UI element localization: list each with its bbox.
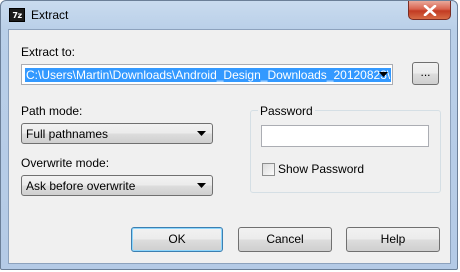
window-title: Extract [31, 8, 69, 22]
overwrite-mode-select[interactable]: Ask before overwrite [21, 175, 213, 196]
path-mode-select[interactable]: Full pathnames [21, 123, 213, 144]
password-label: Password [258, 104, 315, 118]
7zip-app-icon: 7z [9, 8, 25, 22]
extract-dialog: 7z Extract Extract to: C:\Users\Martin\D… [0, 0, 458, 270]
extract-path-dropdown-button[interactable] [376, 66, 391, 83]
path-mode-label: Path mode: [21, 104, 83, 118]
extract-to-label: Extract to: [21, 45, 76, 59]
password-input[interactable] [261, 125, 429, 147]
extract-path-value: C:\Users\Martin\Downloads\Android_Design… [25, 68, 392, 82]
ok-button-label: OK [168, 232, 186, 246]
close-button[interactable] [408, 1, 451, 20]
overwrite-mode-value: Ask before overwrite [26, 179, 136, 193]
ok-button[interactable]: OK [131, 227, 223, 252]
close-icon [423, 5, 437, 16]
chevron-down-icon [379, 72, 388, 77]
chevron-down-icon [197, 183, 206, 188]
path-mode-value: Full pathnames [26, 127, 109, 141]
browse-button-label: ... [420, 65, 431, 79]
extract-path-text: C:\Users\Martin\Downloads\Android_Design… [25, 68, 392, 82]
help-button[interactable]: Help [346, 227, 440, 252]
chevron-down-icon [197, 131, 206, 136]
dialog-body: Extract to: C:\Users\Martin\Downloads\An… [8, 29, 451, 264]
show-password-checkbox[interactable] [262, 163, 275, 176]
extract-path-combobox[interactable]: C:\Users\Martin\Downloads\Android_Design… [21, 64, 393, 85]
cancel-button-label: Cancel [266, 232, 304, 246]
password-group [250, 110, 441, 193]
cancel-button[interactable]: Cancel [238, 227, 332, 252]
overwrite-mode-label: Overwrite mode: [21, 156, 110, 170]
browse-button[interactable]: ... [412, 62, 439, 85]
show-password-label[interactable]: Show Password [278, 162, 364, 176]
help-button-label: Help [380, 232, 406, 246]
title-bar[interactable]: 7z Extract [1, 1, 457, 29]
